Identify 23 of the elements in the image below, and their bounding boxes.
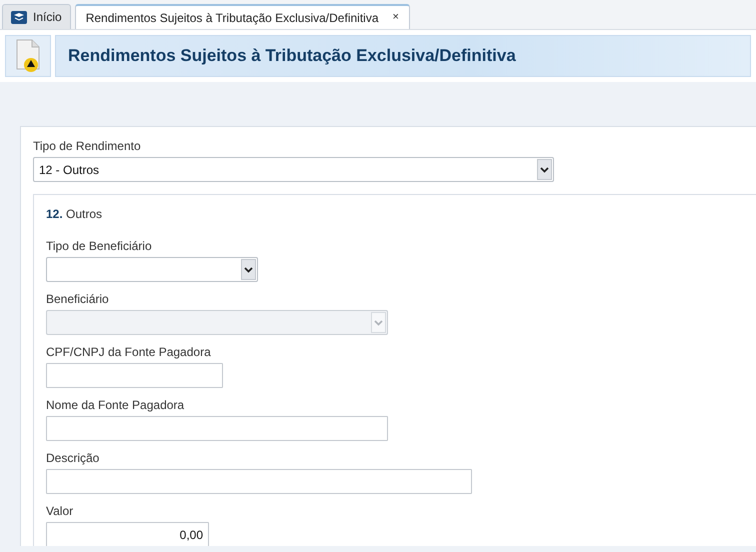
chevron-down-icon [374, 320, 383, 326]
chevron-down-icon [244, 266, 253, 272]
field-label: Nome da Fonte Pagadora [46, 398, 184, 412]
document-warning-icon [15, 39, 41, 73]
field-label: Descrição [46, 451, 100, 465]
field-label: Tipo de Beneficiário [46, 239, 152, 253]
input-field[interactable]: 0,00 [46, 522, 209, 546]
field-label: CPF/CNPJ da Fonte Pagadora [46, 345, 211, 359]
select-field[interactable] [46, 257, 258, 282]
tab[interactable]: Início [2, 4, 71, 29]
page-title: Rendimentos Sujeitos à Tributação Exclusiva/Definitiva [55, 35, 751, 77]
input-field[interactable] [46, 469, 472, 494]
section-heading: 12. Outros [46, 207, 102, 221]
input-field[interactable] [46, 363, 223, 388]
input-field[interactable] [46, 416, 388, 441]
field-label: Beneficiário [46, 292, 109, 306]
close-button[interactable]: × [384, 9, 399, 26]
tab[interactable]: Rendimentos Sujeitos à Tributação Exclusiva/Definitiva × [74, 4, 410, 29]
field-label: Valor [46, 504, 74, 518]
chevron-down-icon [540, 166, 549, 172]
app-logo-icon [11, 10, 27, 24]
select-field[interactable]: 12 - Outros [33, 157, 554, 182]
field-label: Tipo de Rendimento [33, 139, 141, 153]
